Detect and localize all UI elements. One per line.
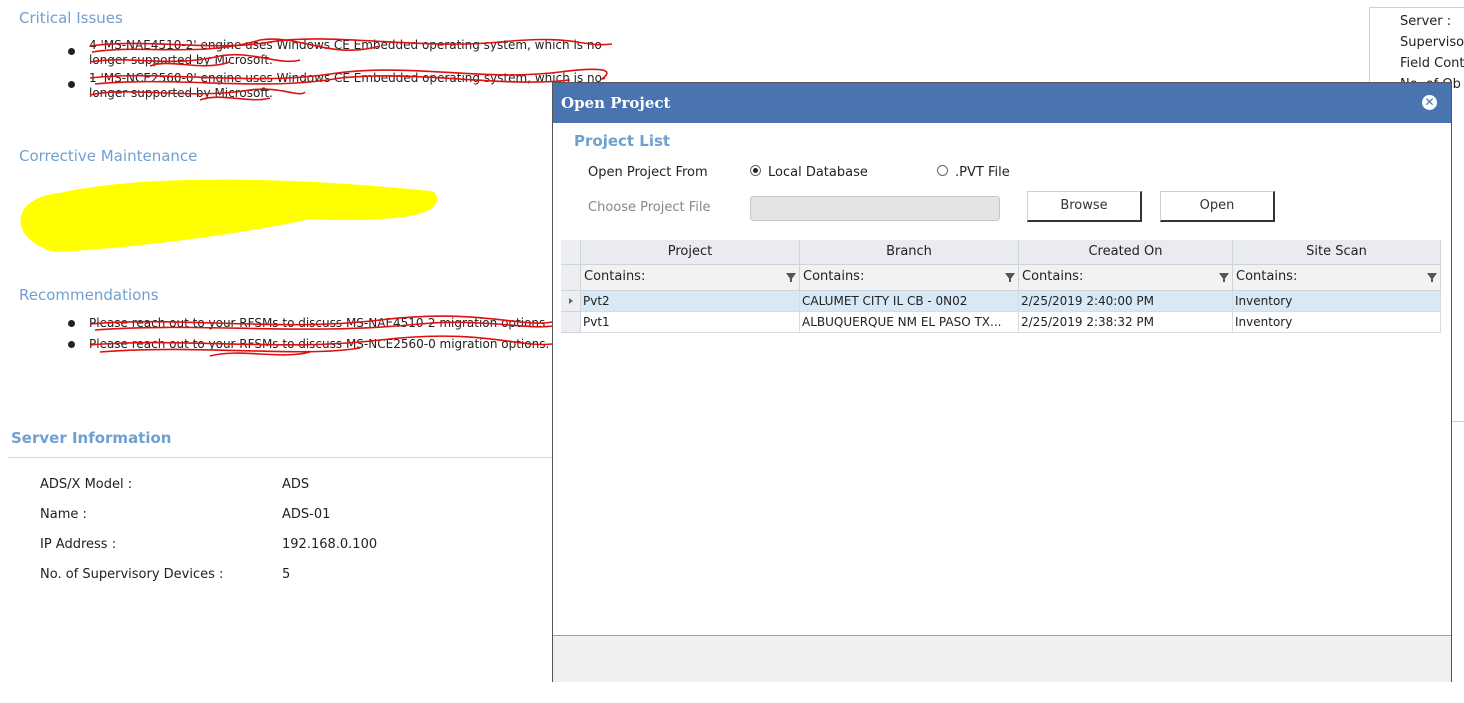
recommendations-heading: Recommendations <box>19 286 159 304</box>
field-label: ADS/X Model : <box>40 477 133 492</box>
project-list-heading: Project List <box>574 132 671 150</box>
field-label: No. of Supervisory Devices : <box>40 567 224 582</box>
filter-icon[interactable] <box>1219 273 1229 282</box>
divider <box>8 457 552 458</box>
field-label: IP Address : <box>40 537 117 552</box>
cell-site-scan[interactable]: Inventory <box>1233 291 1441 312</box>
local-database-radio[interactable]: Local Database <box>750 165 868 180</box>
column-header-project[interactable]: Project <box>581 240 800 265</box>
radio-unselected-icon <box>937 165 948 176</box>
list-item: 1 'MS-NCE2560-0' engine uses Windows CE … <box>62 71 609 101</box>
cell-project[interactable]: Pvt1 <box>581 312 800 333</box>
field-label: Name : <box>40 507 87 522</box>
row-indicator <box>561 291 581 312</box>
critical-issues-list: 4 'MS-NAE4510-2' engine uses Windows CE … <box>62 38 609 104</box>
filter-project[interactable]: Contains: <box>581 265 800 291</box>
cell-created-on[interactable]: 2/25/2019 2:40:00 PM <box>1019 291 1233 312</box>
filter-icon[interactable] <box>1427 273 1437 282</box>
summary-line: Supervisory <box>1400 35 1464 50</box>
field-value: 5 <box>282 567 291 582</box>
filter-created-on[interactable]: Contains: <box>1019 265 1233 291</box>
cell-created-on[interactable]: 2/25/2019 2:38:32 PM <box>1019 312 1233 333</box>
dialog-title: Open Project <box>561 94 671 112</box>
grid-filter-row: Contains: Contains: Contains: Contains: <box>561 265 1441 291</box>
dialog-header: Open Project ✕ <box>553 83 1451 123</box>
open-from-label: Open Project From <box>588 165 708 180</box>
column-header-branch[interactable]: Branch <box>800 240 1019 265</box>
open-project-dialog: Open Project ✕ Project List Open Project… <box>552 82 1452 682</box>
recommendations-list: Please reach out to your RFSMs to discus… <box>62 313 549 355</box>
current-row-icon <box>569 298 573 304</box>
open-button[interactable]: Open <box>1160 191 1275 222</box>
filter-branch[interactable]: Contains: <box>800 265 1019 291</box>
filter-icon[interactable] <box>786 273 796 282</box>
cell-project[interactable]: Pvt2 <box>581 291 800 312</box>
critical-issues-heading: Critical Issues <box>19 9 123 27</box>
cell-branch[interactable]: CALUMET CITY IL CB - 0N02 <box>800 291 1019 312</box>
choose-file-label: Choose Project File <box>588 200 711 215</box>
column-header-site-scan[interactable]: Site Scan <box>1233 240 1441 265</box>
list-item: 4 'MS-NAE4510-2' engine uses Windows CE … <box>62 38 609 68</box>
radio-selected-icon <box>750 165 761 176</box>
field-value: 192.168.0.100 <box>282 537 378 552</box>
summary-line: Field Cont <box>1400 56 1464 71</box>
row-indicator <box>561 265 581 291</box>
filter-placeholder: Contains: <box>1236 269 1298 284</box>
list-item: Please reach out to your RFSMs to discus… <box>62 313 549 334</box>
corrective-maintenance-heading: Corrective Maintenance <box>19 147 198 165</box>
radio-label: Local Database <box>768 165 868 180</box>
field-value: ADS-01 <box>282 507 331 522</box>
highlight-mark <box>20 179 437 252</box>
radio-label: .PVT File <box>955 165 1010 180</box>
filter-icon[interactable] <box>1005 273 1015 282</box>
pvt-file-radio[interactable]: .PVT File <box>937 165 1010 180</box>
row-indicator-header <box>561 240 581 265</box>
filter-placeholder: Contains: <box>584 269 646 284</box>
grid-header-row: Project Branch Created On Site Scan <box>561 240 1441 265</box>
cell-site-scan[interactable]: Inventory <box>1233 312 1441 333</box>
table-row[interactable]: Pvt2 CALUMET CITY IL CB - 0N02 2/25/2019… <box>561 291 1441 312</box>
project-file-input[interactable] <box>750 196 1000 221</box>
filter-placeholder: Contains: <box>1022 269 1084 284</box>
dialog-footer <box>553 635 1451 682</box>
list-item: Please reach out to your RFSMs to discus… <box>62 334 549 355</box>
field-value: ADS <box>282 477 310 492</box>
close-icon[interactable]: ✕ <box>1422 95 1437 110</box>
server-information-heading: Server Information <box>11 429 172 447</box>
cell-branch[interactable]: ALBUQUERQUE NM EL PASO TX... <box>800 312 1019 333</box>
filter-site-scan[interactable]: Contains: <box>1233 265 1441 291</box>
summary-line: Server : <box>1400 14 1452 29</box>
browse-button[interactable]: Browse <box>1027 191 1142 222</box>
filter-placeholder: Contains: <box>803 269 865 284</box>
row-indicator <box>561 312 581 333</box>
table-row[interactable]: Pvt1 ALBUQUERQUE NM EL PASO TX... 2/25/2… <box>561 312 1441 333</box>
column-header-created-on[interactable]: Created On <box>1019 240 1233 265</box>
